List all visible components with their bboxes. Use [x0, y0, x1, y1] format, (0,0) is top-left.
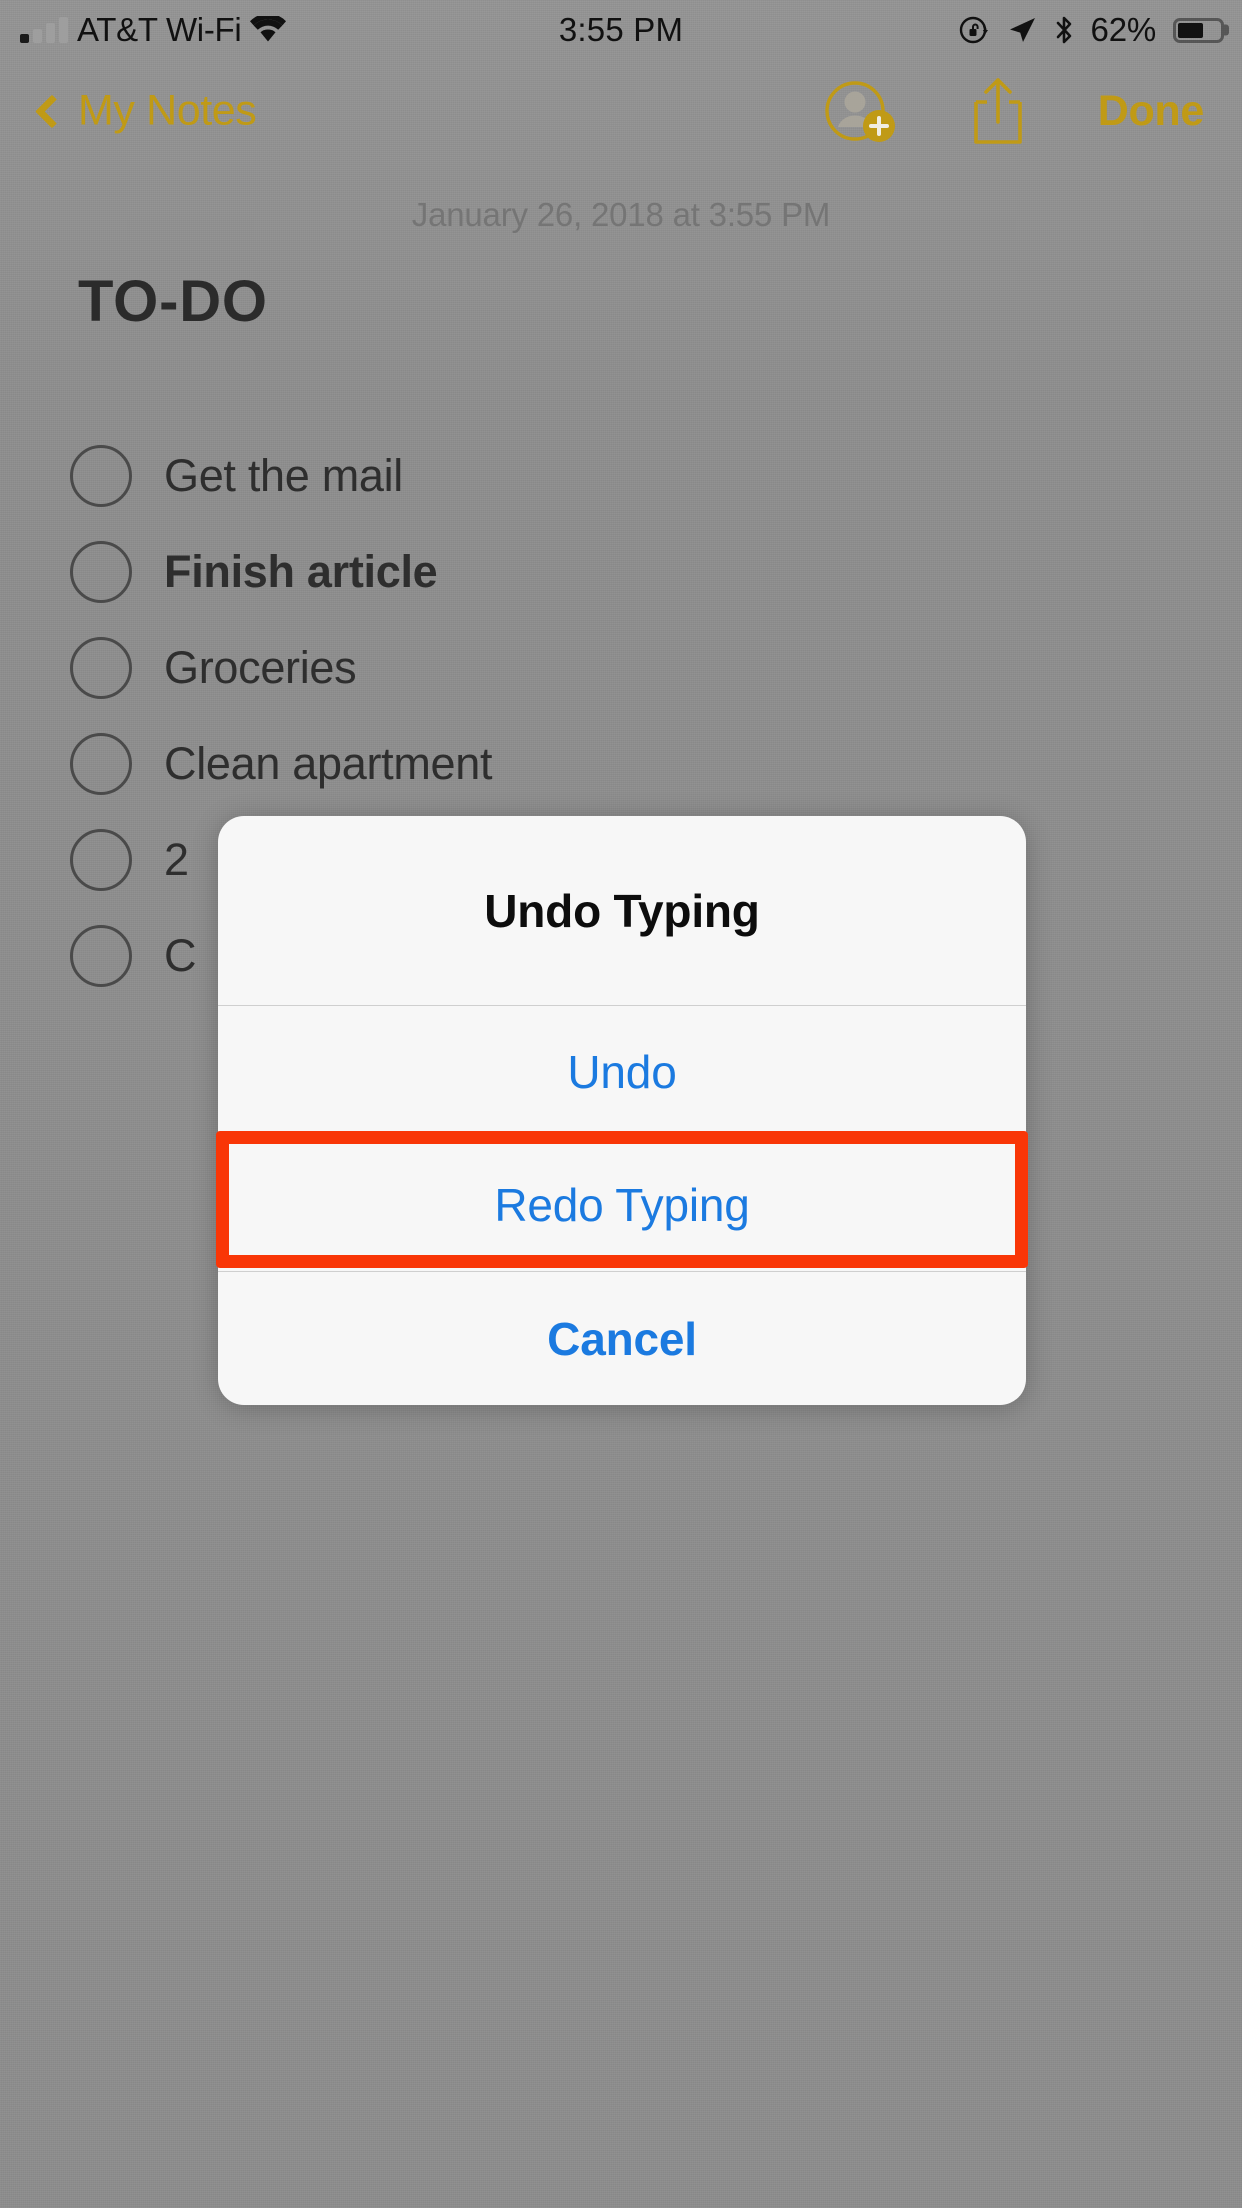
checkbox-circle-icon[interactable]	[70, 925, 132, 987]
undo-button-label: Undo	[567, 1046, 677, 1098]
checklist-item-label: C	[164, 930, 197, 981]
location-arrow-icon	[1007, 15, 1037, 45]
alert-header: Undo Typing	[218, 816, 1026, 1006]
add-person-icon	[824, 81, 895, 142]
battery-icon	[1173, 17, 1224, 43]
alert-title: Undo Typing	[484, 884, 760, 937]
checklist-item-label: Finish article	[164, 546, 438, 597]
status-bar: AT&T Wi-Fi 3:55 PM 62%	[0, 0, 1242, 60]
bluetooth-icon	[1054, 14, 1074, 46]
share-icon	[973, 78, 1022, 144]
checkbox-circle-icon[interactable]	[70, 829, 132, 891]
checklist-item[interactable]: Get the mail	[70, 428, 1070, 524]
redo-typing-button-label: Redo Typing	[494, 1179, 750, 1231]
done-button[interactable]: Done	[1098, 87, 1205, 136]
battery-percent-label: 62%	[1090, 11, 1157, 48]
checkbox-circle-icon[interactable]	[70, 637, 132, 699]
rotation-lock-icon	[958, 14, 990, 46]
note-title: TO-DO	[78, 269, 268, 334]
iphone-screen: AT&T Wi-Fi 3:55 PM 62% My Notes Done Jan…	[0, 0, 1242, 2208]
checklist-item-label: Groceries	[164, 642, 357, 693]
checkbox-circle-icon[interactable]	[70, 541, 132, 603]
navigation-bar: My Notes Done	[0, 60, 1242, 162]
cancel-button[interactable]: Cancel	[218, 1272, 1026, 1405]
back-button[interactable]: My Notes	[35, 86, 257, 136]
undo-typing-alert: Undo Typing Undo Redo Typing Cancel	[218, 816, 1026, 1405]
share-button[interactable]	[970, 76, 1026, 146]
note-date: January 26, 2018 at 3:55 PM	[411, 196, 831, 233]
checkbox-circle-icon[interactable]	[70, 733, 132, 795]
checklist-item[interactable]: Finish article	[70, 524, 1070, 620]
redo-typing-button[interactable]: Redo Typing	[218, 1139, 1026, 1272]
cancel-button-label: Cancel	[547, 1312, 697, 1365]
checklist-item-label: 2	[164, 834, 189, 885]
back-button-label: My Notes	[78, 86, 257, 135]
navigation-bar-actions: Done	[824, 76, 1204, 146]
add-person-button[interactable]	[824, 78, 898, 144]
undo-button[interactable]: Undo	[218, 1006, 1026, 1139]
status-bar-right: 62%	[958, 0, 1224, 60]
checklist-item-label: Get the mail	[164, 450, 404, 501]
checklist-item[interactable]: Groceries	[70, 620, 1070, 716]
checklist-item[interactable]: Clean apartment	[70, 716, 1070, 812]
checkbox-circle-icon[interactable]	[70, 445, 132, 507]
checklist-item-label: Clean apartment	[164, 738, 493, 789]
chevron-left-icon	[35, 94, 69, 128]
clock-label: 3:55 PM	[558, 11, 684, 48]
